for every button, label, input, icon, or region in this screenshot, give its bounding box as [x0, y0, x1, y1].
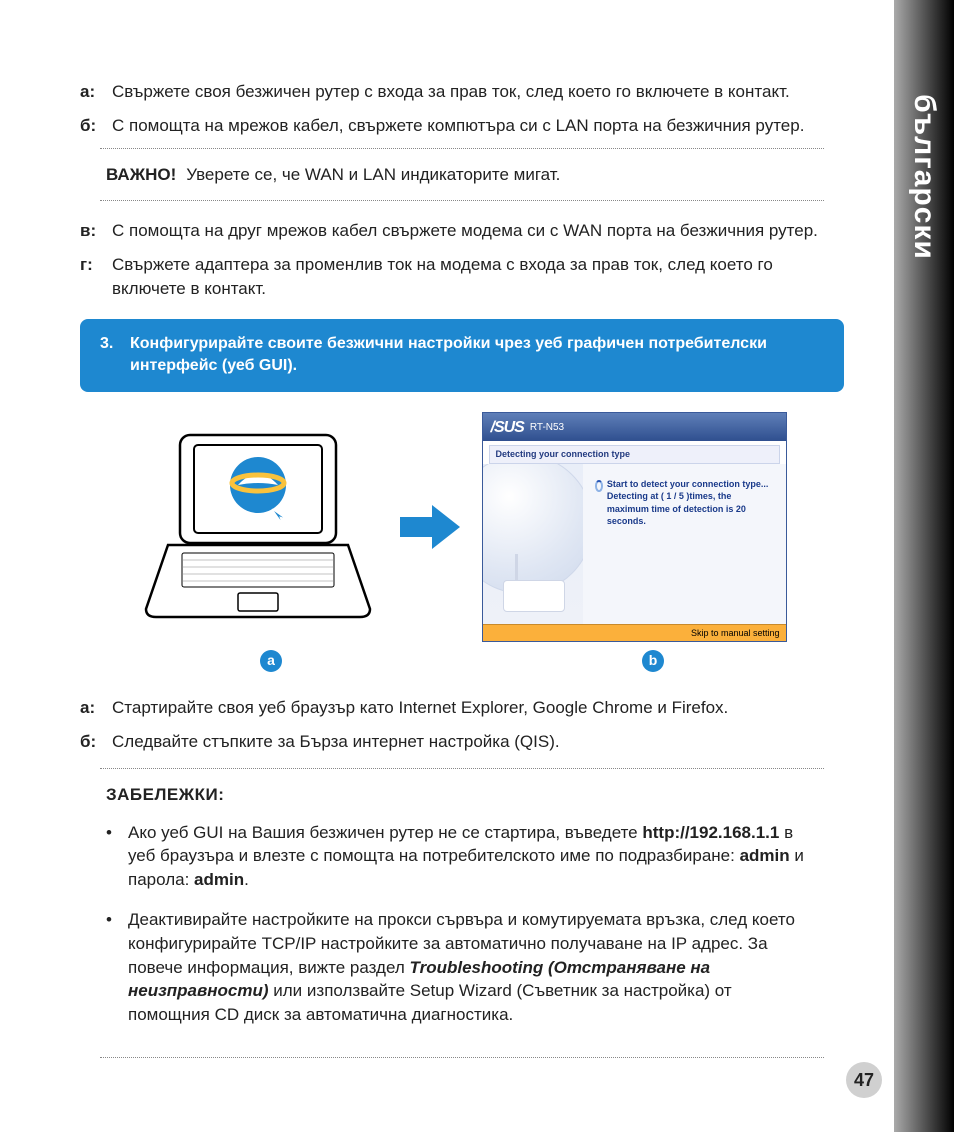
globe-icon: [483, 464, 583, 594]
step-text: С помощта на мрежов кабел, свържете комп…: [112, 114, 844, 138]
step-banner: 3. Конфигурирайте своите безжични настро…: [80, 319, 844, 392]
step-text: Стартирайте своя уеб браузър като Intern…: [112, 696, 844, 720]
router-left-graphic: [483, 464, 583, 624]
step-a: а: Свържете своя безжичен рутер с входа …: [80, 80, 844, 104]
steps-group-3: а: Стартирайте своя уеб браузър като Int…: [80, 696, 844, 754]
steps-group-1: а: Свържете своя безжичен рутер с входа …: [80, 80, 844, 138]
step-label: в:: [80, 219, 100, 243]
language-label: български: [907, 94, 941, 260]
page-content: а: Свържете своя безжичен рутер с входа …: [0, 0, 954, 1108]
step-text: С помощта на друг мрежов кабел свържете …: [112, 219, 844, 243]
step-a2: а: Стартирайте своя уеб браузър като Int…: [80, 696, 844, 720]
steps-group-2: в: С помощта на друг мрежов кабел свърже…: [80, 219, 844, 300]
bullet-icon: •: [106, 821, 118, 892]
note-text: Ако уеб GUI на Вашия безжичен рутер не с…: [128, 821, 818, 892]
step-text: Свържете своя безжичен рутер с входа за …: [112, 80, 844, 104]
spinner-icon: [595, 480, 603, 492]
note-text: Деактивирайте настройките на прокси сърв…: [128, 908, 818, 1027]
step-b2: б: Следвайте стъпките за Бърза интернет …: [80, 730, 844, 754]
asus-logo: /SUS: [491, 417, 524, 439]
step-label: а:: [80, 80, 100, 104]
router-right-text: Start to detect your connection type... …: [583, 464, 786, 624]
arrow-icon: [398, 503, 462, 551]
detect-line2: Detecting at ( 1 / 5 )times, the maximum…: [607, 490, 776, 528]
language-sidebar: български: [894, 0, 954, 1132]
figure-labels: a b: [80, 650, 844, 672]
bullet-icon: •: [106, 908, 118, 1027]
detect-line1: Start to detect your connection type...: [607, 478, 776, 491]
step-text: Следвайте стъпките за Бърза интернет нас…: [112, 730, 844, 754]
note-item: • Деактивирайте настройките на прокси съ…: [106, 908, 818, 1027]
figure-label-a: a: [260, 650, 282, 672]
router-setup-screenshot: /SUS RT-N53 Detecting your connection ty…: [482, 412, 787, 643]
router-subheader: Detecting your connection type: [489, 445, 780, 464]
step-label: б:: [80, 730, 100, 754]
step-label: г:: [80, 253, 100, 301]
notes-box: ЗАБЕЛЕЖКИ: • Ако уеб GUI на Вашия безжич…: [100, 768, 824, 1058]
step-label: а:: [80, 696, 100, 720]
mini-router-icon: [503, 580, 565, 612]
banner-text: Конфигурирайте своите безжични настройки…: [130, 333, 824, 378]
step-b: б: С помощта на мрежов кабел, свържете к…: [80, 114, 844, 138]
step-v: в: С помощта на друг мрежов кабел свърже…: [80, 219, 844, 243]
notes-title: ЗАБЕЛЕЖКИ:: [106, 783, 818, 807]
important-box: ВАЖНО! Уверете се, че WAN и LAN индикато…: [100, 148, 824, 202]
important-text: Уверете се, че WAN и LAN индикаторите ми…: [186, 163, 560, 187]
router-header: /SUS RT-N53: [483, 413, 786, 441]
important-label: ВАЖНО!: [106, 163, 176, 187]
figure-row: /SUS RT-N53 Detecting your connection ty…: [80, 412, 844, 643]
step-g: г: Свържете адаптера за променлив ток на…: [80, 253, 844, 301]
figure-label-b: b: [642, 650, 664, 672]
step-label: б:: [80, 114, 100, 138]
router-model: RT-N53: [530, 421, 564, 435]
skip-manual-button[interactable]: Skip to manual setting: [483, 624, 786, 642]
router-body: Start to detect your connection type... …: [483, 464, 786, 624]
step-text: Свържете адаптера за променлив ток на мо…: [112, 253, 844, 301]
note-item: • Ако уеб GUI на Вашия безжичен рутер не…: [106, 821, 818, 892]
notes-list: • Ако уеб GUI на Вашия безжичен рутер не…: [106, 821, 818, 1027]
laptop-illustration: [138, 423, 378, 630]
banner-number: 3.: [100, 333, 118, 378]
page-number: 47: [846, 1062, 882, 1098]
